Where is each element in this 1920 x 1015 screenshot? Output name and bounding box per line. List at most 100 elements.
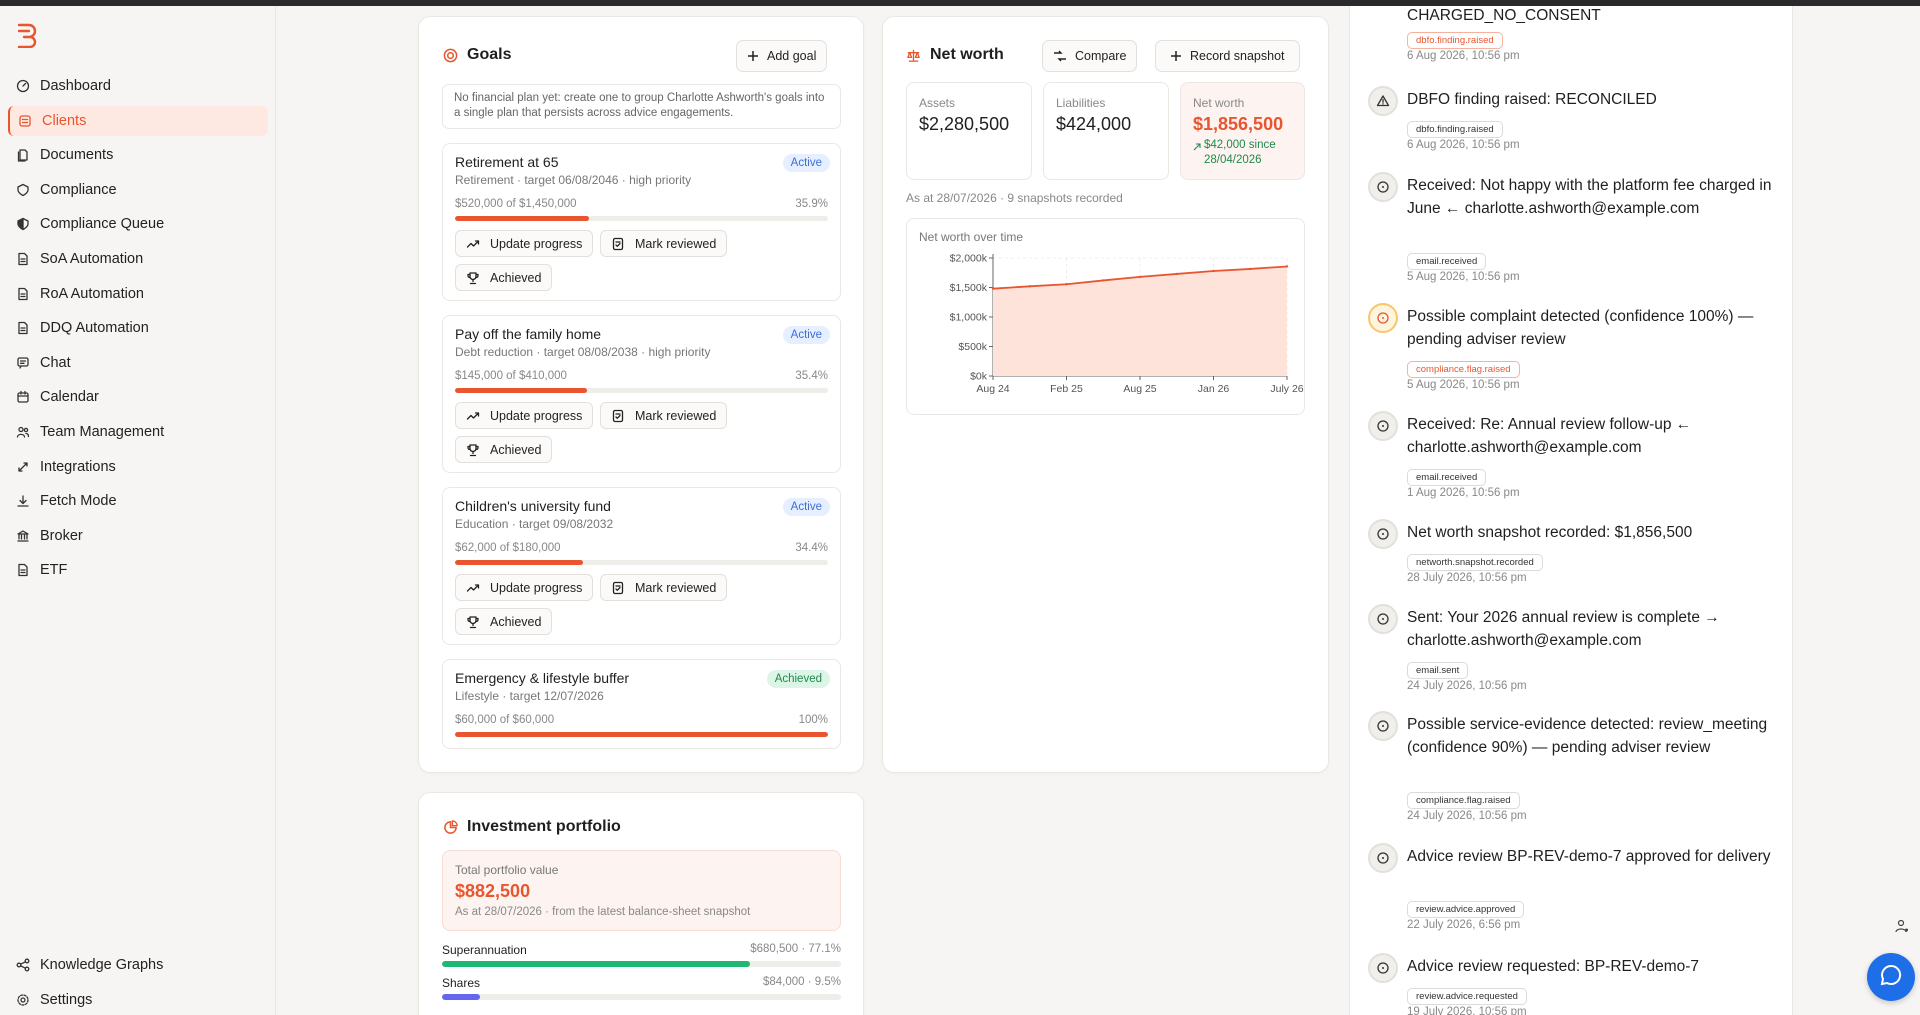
graph-icon <box>16 958 30 972</box>
download-icon <box>16 494 30 508</box>
record-snapshot-button[interactable]: Record snapshot <box>1155 40 1300 72</box>
compare-button[interactable]: Compare <box>1042 40 1138 72</box>
trend-icon <box>466 237 480 251</box>
sidebar-item-label: DDQ Automation <box>40 320 149 337</box>
goal-subtitle: Education · target 09/08/2032 <box>455 517 614 531</box>
sidebar-item-team-management[interactable]: Team Management <box>8 417 268 447</box>
sidebar-item-roa-automation[interactable]: RoA Automation <box>8 279 268 309</box>
update-progress-button[interactable]: Update progress <box>455 230 594 257</box>
sidebar-item-broker[interactable]: Broker <box>8 521 268 551</box>
chart-x-tick-label: Feb 25 <box>1050 383 1083 395</box>
goal-amount: $62,000 of $180,000 <box>455 542 561 554</box>
add-goal-button[interactable]: Add goal <box>736 40 828 72</box>
mark-reviewed-button[interactable]: Mark reviewed <box>600 574 728 601</box>
team-icon <box>16 425 30 439</box>
chart-x-tick-label: Aug 24 <box>976 383 1009 395</box>
achieved-button[interactable]: Achieved <box>455 264 553 291</box>
user-icon[interactable] <box>1895 919 1909 938</box>
portfolio-title: Investment portfolio <box>443 818 621 836</box>
portfolio-total-label: Total portfolio value <box>455 863 559 877</box>
compare-label: Compare <box>1075 49 1127 63</box>
timeline-event-tag: dbfo.finding.raised <box>1407 121 1503 138</box>
sidebar-item-etf[interactable]: ETF <box>8 555 268 585</box>
chat-fab-button[interactable] <box>1867 953 1915 1001</box>
goal-progress-fill <box>455 388 588 393</box>
chart-y-tick-label: $0k <box>970 371 988 383</box>
sidebar-item-compliance-queue[interactable]: Compliance Queue <box>8 209 268 239</box>
sidebar-item-settings[interactable]: Settings <box>8 985 268 1015</box>
sidebar-item-label: Team Management <box>40 423 165 440</box>
achieved-button[interactable]: Achieved <box>455 436 553 463</box>
goal-percent: 34.4% <box>795 542 828 554</box>
chart-point <box>1285 265 1289 268</box>
timeline-event-time: 5 Aug 2026, 10:56 pm <box>1407 379 1520 391</box>
sidebar-item-soa-automation[interactable]: SoA Automation <box>8 244 268 274</box>
sidebar-item-fetch-mode[interactable]: Fetch Mode <box>8 486 268 516</box>
sidebar-item-knowledge-graphs[interactable]: Knowledge Graphs <box>8 950 268 980</box>
sidebar-item-clients[interactable]: Clients <box>8 105 268 136</box>
activity-timeline: CHARGED_NO_CONSENT dbfo.finding.raised 6 A… <box>1349 6 1793 1015</box>
timeline-event-title: Received: Not happy with the platform fe… <box>1407 177 1772 217</box>
sidebar-item-documents[interactable]: Documents <box>8 140 268 170</box>
portfolio-row-bar <box>442 994 841 1000</box>
timeline-event-tag: networth.snapshot.recorded <box>1407 554 1543 571</box>
goal-percent: 35.4% <box>795 370 828 382</box>
app-logo-icon[interactable] <box>16 22 40 49</box>
sidebar-item-integrations[interactable]: Integrations <box>8 452 268 482</box>
compliance-icon <box>16 183 30 197</box>
networth-chart-box: Net worth over time $0k $500k $1,000k $1,50… <box>906 218 1305 415</box>
sidebar-item-chat[interactable]: Chat <box>8 348 268 378</box>
circle-icon <box>1368 411 1398 441</box>
goal-title: Pay off the family home <box>455 326 602 342</box>
chart-point <box>1102 279 1105 282</box>
networth-as-at: As at 28/07/2026 · 9 snapshots recorded <box>906 191 1123 205</box>
sidebar-item-label: Documents <box>40 147 114 164</box>
timeline-event-time: 19 July 2026, 10:56 pm <box>1407 1006 1527 1015</box>
sidebar-item-compliance[interactable]: Compliance <box>8 175 268 205</box>
trend-icon <box>466 581 480 595</box>
achieved-button[interactable]: Achieved <box>455 608 553 635</box>
networth-delta-text: $42,000 since 28/04/2026 <box>1204 139 1276 166</box>
mark-reviewed-button[interactable]: Mark reviewed <box>600 402 728 429</box>
chart-point <box>1212 269 1215 273</box>
calendar-icon <box>16 390 30 404</box>
chart-area-fill <box>993 266 1287 376</box>
documents-icon <box>16 148 30 162</box>
timeline-event-title: Advice review requested: BP-REV-demo-7 <box>1407 958 1700 975</box>
sidebar-item-dashboard[interactable]: Dashboard <box>8 71 268 101</box>
pie-chart-icon <box>443 819 459 835</box>
networth-chart: $0k $500k $1,000k $1,500k $2,000k Aug 24 Feb 2… <box>950 253 1304 396</box>
goal-subtitle: Debt reduction · target 08/08/2038 · hig… <box>455 345 711 359</box>
sidebar: Dashboard Clients Documents Compliance Compl… <box>0 6 276 1015</box>
mark-reviewed-button[interactable]: Mark reviewed <box>600 230 728 257</box>
chart-x-tick-label: July 26 <box>1270 383 1303 395</box>
sidebar-item-ddq-automation[interactable]: DDQ Automation <box>8 313 268 343</box>
update-progress-button[interactable]: Update progress <box>455 574 594 601</box>
goal-status-badge: Active <box>782 326 830 344</box>
chart-point <box>1249 267 1252 271</box>
goals-title: Goals <box>443 46 511 64</box>
document-icon <box>16 252 30 266</box>
sidebar-item-calendar[interactable]: Calendar <box>8 382 268 412</box>
goal-percent: 100% <box>798 714 828 726</box>
timeline-event-time: 22 July 2026, 6:56 pm <box>1407 919 1521 931</box>
portfolio-row-value: $680,500 · 77.1% <box>750 943 841 955</box>
assets-stat: Assets $2,280,500 <box>906 82 1032 180</box>
update-progress-button[interactable]: Update progress <box>455 402 594 429</box>
timeline-event-tag: email.received <box>1407 253 1487 270</box>
sidebar-item-label: Fetch Mode <box>40 493 117 510</box>
sidebar-item-label: Clients <box>42 112 87 129</box>
timeline-event-time: 6 Aug 2026, 10:56 pm <box>1407 139 1520 151</box>
sidebar-item-label: Integrations <box>40 458 116 475</box>
sidebar-item-label: Compliance Queue <box>40 216 165 233</box>
goal-item: Pay off the family home Debt reduction · … <box>442 315 841 473</box>
achieved-label: Achieved <box>490 270 542 285</box>
integrations-icon <box>16 460 30 474</box>
chart-y-tick-label: $1,000k <box>950 312 988 324</box>
achieved-label: Achieved <box>490 614 542 629</box>
circle-icon <box>1368 711 1398 741</box>
portfolio-title-text: Investment portfolio <box>467 818 621 835</box>
chart-y-tick-label: $500k <box>958 341 987 353</box>
timeline-event-title: Received: Re: Annual review follow-up ← … <box>1407 416 1692 456</box>
trophy-icon <box>466 271 480 285</box>
